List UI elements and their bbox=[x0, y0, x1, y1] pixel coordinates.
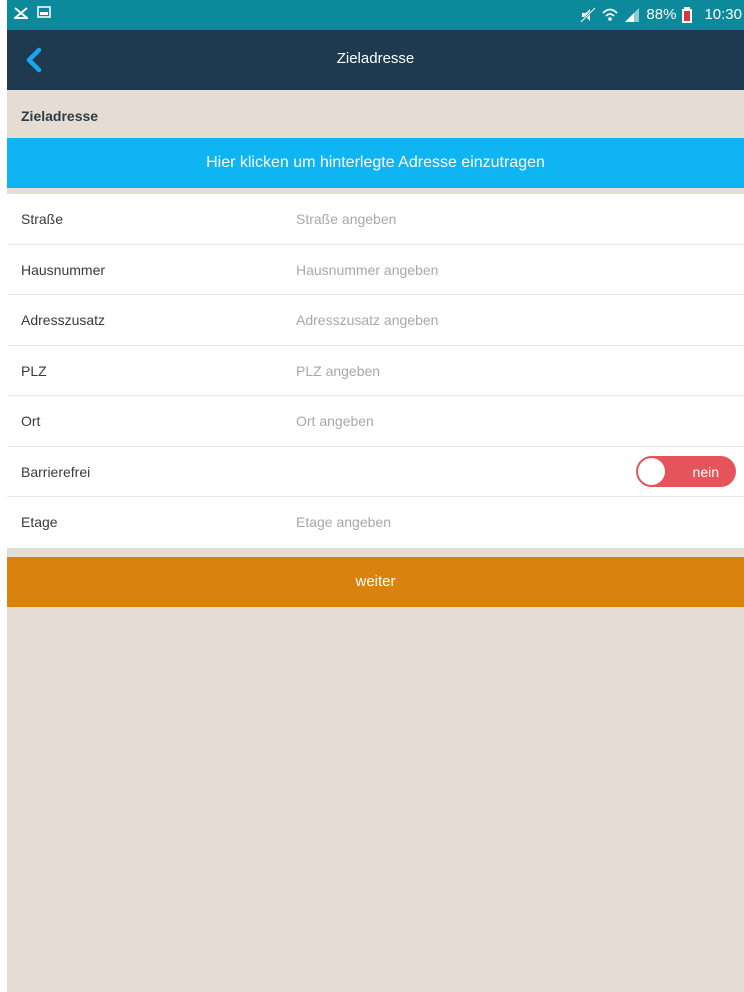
city-input[interactable]: Ort angeben bbox=[296, 413, 374, 429]
barrier-free-toggle[interactable]: nein bbox=[636, 455, 736, 487]
zip-input[interactable]: PLZ angeben bbox=[296, 363, 380, 379]
floor-row[interactable]: Etage Etage angeben bbox=[7, 497, 744, 548]
house-number-input[interactable]: Hausnummer angeben bbox=[296, 262, 438, 278]
zip-label: PLZ bbox=[21, 362, 47, 379]
house-number-row[interactable]: Hausnummer Hausnummer angeben bbox=[7, 245, 744, 295]
section-title: Zieladresse bbox=[21, 108, 99, 124]
address-extra-input[interactable]: Adresszusatz angeben bbox=[296, 312, 438, 328]
city-label: Ort bbox=[21, 413, 41, 429]
battery-icon bbox=[682, 6, 698, 23]
next-button[interactable]: weiter bbox=[7, 557, 744, 607]
barrier-free-row: Barrierefrei nein bbox=[7, 447, 744, 497]
floor-label: Etage bbox=[21, 514, 58, 530]
battery-percent: 88% bbox=[646, 6, 677, 23]
toggle-label: nein bbox=[692, 463, 719, 480]
address-extra-label: Adresszusatz bbox=[21, 312, 106, 328]
wifi-icon bbox=[602, 7, 618, 23]
zip-row[interactable]: PLZ PLZ angeben bbox=[7, 346, 744, 396]
use-saved-address-button[interactable]: Hier klicken um hinterlegte Adresse einz… bbox=[7, 138, 744, 188]
address-form: Straße Straße angeben Hausnummer Hausnum… bbox=[7, 194, 744, 548]
app-screen: 88% 10:30 Zieladresse Zieladresse Hier k… bbox=[7, 0, 744, 992]
street-input[interactable]: Straße angeben bbox=[296, 211, 396, 227]
street-row[interactable]: Straße Straße angeben bbox=[7, 194, 744, 245]
signal-icon bbox=[624, 7, 640, 23]
floor-input[interactable]: Etage angeben bbox=[296, 514, 391, 530]
status-bar: 88% 10:30 bbox=[7, 0, 744, 30]
page-title: Zieladresse bbox=[336, 50, 415, 67]
notification-x-icon bbox=[13, 5, 29, 21]
navigation-bar: Zieladresse bbox=[7, 30, 744, 90]
barrier-free-label: Barrierefrei bbox=[21, 463, 91, 480]
street-label: Straße bbox=[21, 211, 64, 227]
toggle-knob bbox=[638, 457, 665, 485]
clock: 10:30 bbox=[704, 6, 742, 23]
mute-icon bbox=[580, 6, 597, 23]
address-extra-row[interactable]: Adresszusatz Adresszusatz angeben bbox=[7, 295, 744, 346]
house-number-label: Hausnummer bbox=[21, 261, 106, 278]
gallery-icon bbox=[37, 5, 53, 21]
city-row[interactable]: Ort Ort angeben bbox=[7, 396, 744, 447]
